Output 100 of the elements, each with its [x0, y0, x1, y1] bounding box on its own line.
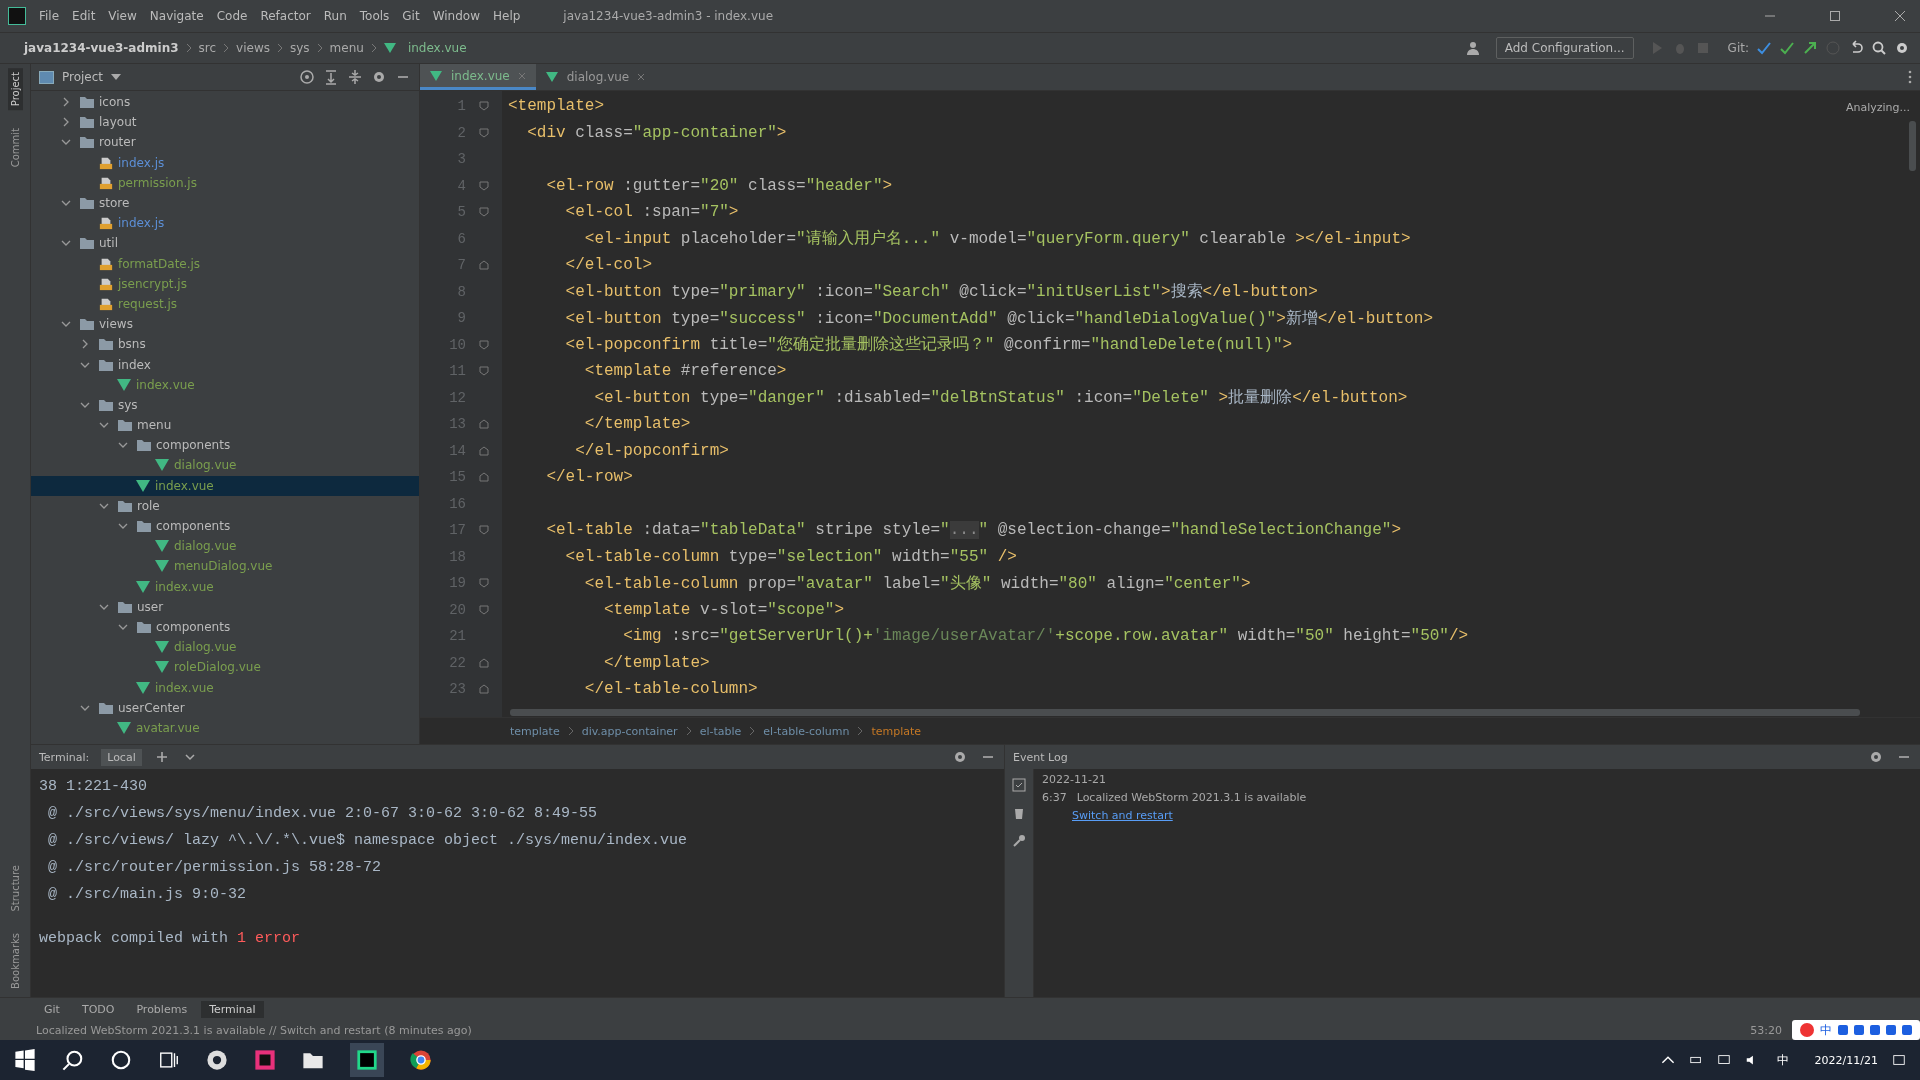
breadcrumb-item[interactable]: el-table-column [763, 724, 850, 738]
settings-icon[interactable] [1868, 749, 1884, 765]
fold-icon[interactable] [479, 207, 489, 218]
target-icon[interactable] [299, 69, 315, 85]
tree-item[interactable]: bsns [31, 334, 419, 355]
app-icon[interactable] [350, 1043, 384, 1077]
fold-icon[interactable] [479, 578, 489, 589]
breadcrumb-item[interactable]: views [236, 41, 270, 55]
fold-icon[interactable] [479, 339, 489, 350]
menu-title[interactable]: Help [493, 9, 521, 23]
tool-window-tab[interactable]: Problems [128, 1000, 196, 1018]
menu-title[interactable]: File [39, 9, 60, 23]
check-icon[interactable] [1779, 40, 1795, 56]
breadcrumb-item[interactable]: template [871, 724, 922, 738]
tool-window-tab[interactable]: Structure [7, 860, 23, 916]
tree-item[interactable]: components [31, 616, 419, 638]
expand-all-icon[interactable] [323, 69, 339, 85]
breadcrumb-item[interactable]: src [198, 41, 217, 55]
tree-item[interactable]: dialog.vue [31, 536, 419, 557]
tree-item[interactable]: components [31, 515, 419, 537]
input-language[interactable]: 中 [1776, 1051, 1789, 1069]
tree-item[interactable]: user [31, 596, 419, 617]
breadcrumb-item[interactable]: sys [289, 41, 310, 55]
breadcrumb-item[interactable]: menu [329, 41, 364, 55]
tree-item[interactable]: avatar.vue [31, 717, 419, 738]
chevron-icon[interactable] [61, 117, 71, 128]
user-icon[interactable] [1464, 40, 1481, 56]
chevron-icon[interactable] [80, 339, 90, 350]
tool-window-tab[interactable]: Bookmarks [7, 929, 23, 993]
app-icon[interactable] [206, 1049, 228, 1071]
tree-item[interactable]: router [31, 132, 419, 153]
tree-item[interactable]: icons [31, 92, 419, 113]
breadcrumb-item[interactable]: el-table [699, 724, 742, 738]
menu-title[interactable]: Edit [72, 9, 96, 23]
tree-item[interactable]: userCenter [31, 697, 419, 718]
scrollbar[interactable] [1909, 121, 1916, 171]
tree-item[interactable]: request.js [31, 293, 419, 315]
check-icon[interactable] [1756, 40, 1772, 56]
breadcrumb-item[interactable]: div.app-container [581, 724, 678, 738]
tree-item[interactable]: store [31, 192, 419, 214]
fold-icon[interactable] [479, 366, 489, 377]
tree-item[interactable]: layout [31, 112, 419, 133]
tree-item[interactable]: role [31, 495, 419, 516]
tree-item[interactable]: util [31, 233, 419, 254]
tree-item[interactable]: permission.js [31, 172, 419, 193]
fold-icon[interactable] [479, 260, 489, 271]
more-icon[interactable] [1908, 70, 1912, 84]
windows-logo-icon[interactable] [14, 1049, 36, 1071]
scrollbar[interactable] [510, 708, 1860, 716]
tree-item[interactable]: formatDate.js [31, 253, 419, 274]
panel-title[interactable]: Project [62, 70, 104, 84]
tree-item[interactable]: views [31, 314, 419, 335]
menu-title[interactable]: Run [323, 9, 347, 23]
tree-item[interactable]: index.vue [31, 374, 419, 395]
fold-icon[interactable] [479, 445, 489, 456]
fold-icon[interactable] [479, 525, 489, 536]
menu-title[interactable]: Refactor [260, 9, 311, 23]
tree-item[interactable]: index [31, 354, 419, 375]
editor-tab[interactable]: index.vue [420, 64, 536, 90]
search-icon[interactable] [1871, 40, 1887, 56]
tree-item[interactable]: index.vue [31, 576, 419, 597]
menu-title[interactable]: Code [216, 9, 248, 23]
tree-item[interactable]: components [31, 435, 419, 456]
tool-window-tab[interactable]: Commit [7, 124, 23, 172]
fold-icon[interactable] [479, 684, 489, 695]
tree-item[interactable]: jsencrypt.js [31, 273, 419, 294]
settings-icon[interactable] [952, 749, 968, 765]
menu-title[interactable]: Tools [359, 9, 390, 23]
task-view-icon[interactable] [158, 1049, 180, 1071]
tree-item[interactable]: index.vue [31, 475, 419, 496]
add-configuration-button[interactable]: Add Configuration... [1495, 37, 1634, 59]
collapse-all-icon[interactable] [347, 69, 363, 85]
restart-link[interactable]: Switch and restart [1072, 809, 1307, 822]
fold-icon[interactable] [479, 657, 489, 668]
tool-window-tab[interactable]: Terminal [201, 1000, 264, 1018]
tool-window-tab[interactable]: Project [7, 68, 23, 111]
tool-window-tab[interactable]: Git [36, 1000, 68, 1018]
tree-item[interactable]: sys [31, 394, 419, 415]
menu-title[interactable]: View [108, 9, 137, 23]
settings-icon[interactable] [1894, 40, 1910, 56]
tree-item[interactable]: index.vue [31, 677, 419, 698]
search-icon[interactable] [62, 1049, 84, 1071]
fold-icon[interactable] [479, 472, 489, 483]
browser-icon[interactable] [410, 1049, 432, 1071]
fold-icon[interactable] [479, 419, 489, 430]
tree-item[interactable]: dialog.vue [31, 637, 419, 658]
tree-item[interactable]: roleDialog.vue [31, 657, 419, 678]
arrow-icon[interactable] [1802, 40, 1818, 56]
input-method-toolbar[interactable]: 中 [1792, 1020, 1920, 1040]
fold-icon[interactable] [479, 101, 489, 112]
maximize-icon[interactable] [1829, 10, 1841, 22]
wrench-icon[interactable] [1011, 833, 1027, 849]
breadcrumb-item[interactable]: java1234-vue3-admin3 [24, 41, 179, 55]
chevron-icon[interactable] [61, 97, 71, 108]
tree-item[interactable]: menuDialog.vue [31, 556, 419, 577]
menu-title[interactable]: Window [432, 9, 480, 23]
tree-item[interactable]: index.js [31, 213, 419, 234]
settings-icon[interactable] [371, 69, 387, 85]
circle-icon[interactable] [110, 1049, 132, 1071]
fold-icon[interactable] [479, 604, 489, 615]
